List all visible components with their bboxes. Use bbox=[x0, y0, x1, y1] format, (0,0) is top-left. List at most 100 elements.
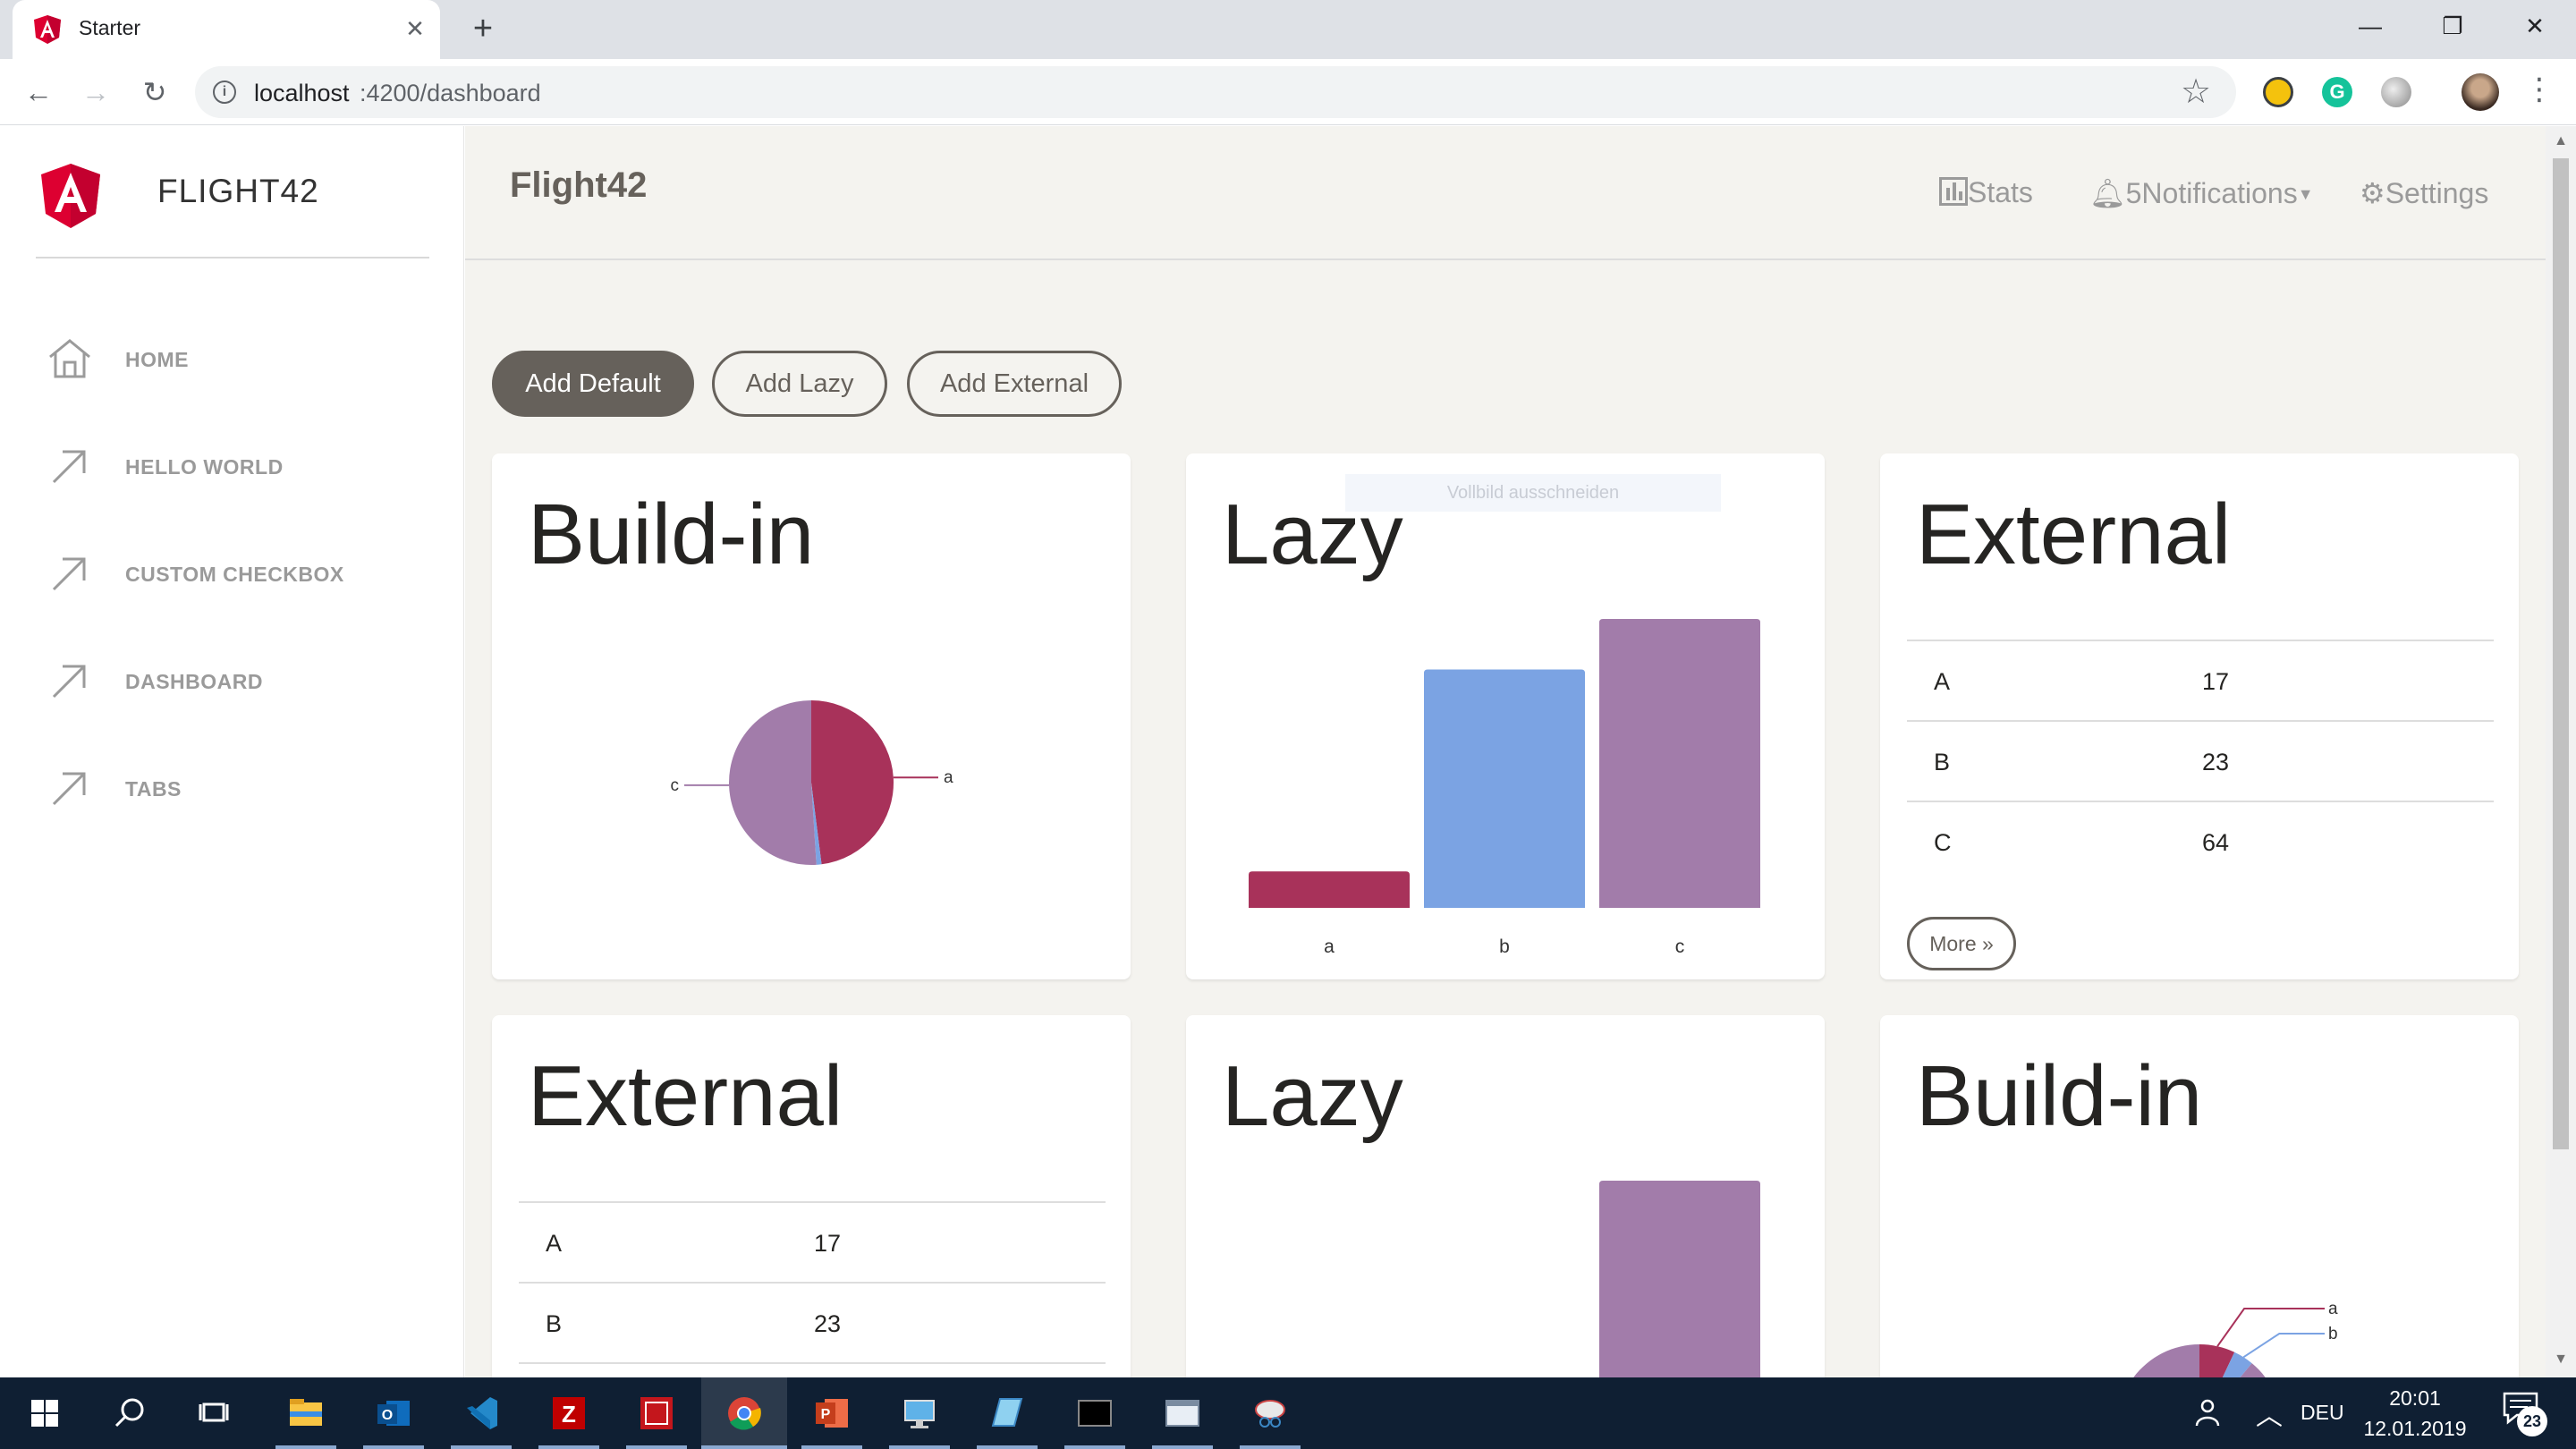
people-icon[interactable] bbox=[2188, 1395, 2224, 1431]
bar-b bbox=[1424, 669, 1585, 908]
more-button[interactable]: More » bbox=[1907, 917, 2016, 970]
bookmark-star-icon[interactable]: ☆ bbox=[2181, 72, 2211, 112]
notification-count-badge: 23 bbox=[2517, 1406, 2547, 1436]
taskbar-running-indicator bbox=[275, 1445, 336, 1449]
powerpoint-icon[interactable]: P bbox=[805, 1386, 859, 1440]
settings-label: Settings bbox=[2385, 177, 2489, 209]
angular-favicon-icon bbox=[34, 15, 61, 44]
snipping-tool-icon[interactable] bbox=[1243, 1386, 1297, 1440]
chrome-icon[interactable] bbox=[717, 1386, 771, 1440]
table-cell-key: A bbox=[1934, 668, 1951, 695]
sidebar-item-tabs[interactable]: TABS bbox=[47, 758, 440, 820]
dashboard-card-external: External A 17 B 23 bbox=[492, 1015, 1131, 1377]
table-cell-value: 17 bbox=[814, 1230, 842, 1257]
clock-date[interactable]: 12.01.2019 bbox=[2352, 1417, 2478, 1441]
clock-time[interactable]: 20:01 bbox=[2352, 1386, 2478, 1411]
sidebar-item-label: HELLO WORLD bbox=[125, 455, 284, 479]
gear-icon: ⚙ bbox=[2360, 177, 2385, 209]
url-host: localhost bbox=[254, 80, 350, 106]
window-minimize-button[interactable]: — bbox=[2327, 0, 2413, 54]
table-row: B 23 bbox=[1907, 720, 2494, 801]
taskbar-running-indicator bbox=[889, 1445, 950, 1449]
table-cell-value: 23 bbox=[814, 1310, 842, 1337]
sidebar-item-dashboard[interactable]: DASHBOARD bbox=[47, 650, 440, 713]
filezilla-icon[interactable]: Z bbox=[542, 1386, 596, 1440]
table-cell-value: 64 bbox=[2202, 829, 2230, 856]
table-row bbox=[519, 1362, 1106, 1377]
table-cell-key: A bbox=[546, 1230, 563, 1257]
app-red-icon[interactable] bbox=[630, 1386, 683, 1440]
data-table: A 17 B 23 bbox=[519, 1201, 1106, 1377]
scroll-up-arrow-icon[interactable]: ▲ bbox=[2546, 133, 2576, 149]
table-row: A 17 bbox=[519, 1201, 1106, 1282]
bar-chart: abc bbox=[1249, 619, 1760, 957]
bar-chart: abc bbox=[1599, 1181, 1760, 1377]
site-info-icon[interactable]: i bbox=[213, 80, 236, 104]
bell-icon: 🔔︎ bbox=[2089, 177, 2126, 209]
nav-settings-link[interactable]: ⚙Settings bbox=[2360, 176, 2488, 210]
brand-name[interactable]: FLIGHT42 bbox=[157, 173, 319, 210]
tray-chevron-up-icon[interactable]: ︿ bbox=[2256, 1394, 2283, 1433]
sidebar-item-hello-world[interactable]: HELLO WORLD bbox=[47, 436, 440, 498]
bar-label: a bbox=[1324, 936, 1335, 957]
input-language[interactable]: DEU bbox=[2301, 1401, 2344, 1425]
address-bar[interactable]: i localhost :4200/dashboard ☆ bbox=[195, 66, 2236, 118]
sidebar-item-custom-checkbox[interactable]: CUSTOM CHECKBOX bbox=[47, 543, 440, 606]
taskbar-running-indicator bbox=[977, 1445, 1038, 1449]
angular-logo-icon[interactable] bbox=[39, 162, 102, 230]
scroll-down-arrow-icon[interactable]: ▼ bbox=[2546, 1352, 2576, 1368]
file-explorer-icon[interactable] bbox=[279, 1386, 333, 1440]
remote-desktop-icon[interactable] bbox=[893, 1386, 946, 1440]
app-window-icon[interactable] bbox=[1156, 1386, 1209, 1440]
search-icon[interactable] bbox=[102, 1386, 156, 1440]
outlook-icon[interactable]: O bbox=[367, 1386, 420, 1440]
home-icon bbox=[49, 339, 90, 378]
action-center-button[interactable]: 23 bbox=[2501, 1390, 2551, 1436]
taskbar-running-indicator bbox=[701, 1445, 787, 1449]
browser-menu-icon[interactable]: ⋮ bbox=[2524, 72, 2555, 107]
arrow-up-right-icon bbox=[52, 665, 86, 699]
terminal-icon[interactable] bbox=[1068, 1386, 1122, 1440]
profile-avatar[interactable] bbox=[2462, 73, 2499, 111]
page-title[interactable]: Flight42 bbox=[510, 165, 647, 206]
vscode-icon[interactable] bbox=[454, 1386, 508, 1440]
dashboard-card-lazy: Lazy abc bbox=[1186, 1015, 1825, 1377]
dashboard-card-build-in: Build-in ab bbox=[1880, 1015, 2519, 1377]
task-view-icon[interactable] bbox=[188, 1386, 242, 1440]
add-external-button[interactable]: Add External bbox=[907, 351, 1122, 417]
card-title: External bbox=[1916, 487, 2232, 582]
app-blue-icon[interactable] bbox=[980, 1386, 1034, 1440]
taskbar-running-indicator bbox=[1240, 1445, 1301, 1449]
page-scrollbar[interactable]: ▲ ▼ bbox=[2546, 126, 2576, 1377]
nav-notifications-dropdown[interactable]: 🔔︎5Notifications▼ bbox=[2089, 176, 2314, 210]
back-button[interactable]: ← bbox=[18, 72, 59, 113]
extension-circle-icon[interactable] bbox=[2381, 77, 2411, 107]
main-content: Flight42 Stats 🔔︎5Notifications▼ ⚙Settin… bbox=[465, 126, 2546, 1377]
scrollbar-thumb[interactable] bbox=[2553, 158, 2569, 1149]
new-tab-button[interactable]: + bbox=[463, 9, 503, 48]
table-cell-key: B bbox=[546, 1310, 563, 1337]
table-row: B 23 bbox=[519, 1282, 1106, 1362]
arrow-up-right-icon bbox=[52, 557, 86, 591]
pie-label: a bbox=[944, 768, 953, 787]
extension-moon-icon[interactable] bbox=[2263, 77, 2293, 107]
windows-start-icon[interactable] bbox=[18, 1386, 72, 1440]
window-restore-button[interactable]: ❐ bbox=[2410, 0, 2496, 54]
add-default-button[interactable]: Add Default bbox=[492, 351, 694, 417]
pie-chart: ac bbox=[671, 700, 953, 865]
bar-label: c bbox=[1675, 936, 1685, 957]
browser-tab[interactable]: Starter ✕ bbox=[13, 0, 440, 59]
add-lazy-button[interactable]: Add Lazy bbox=[712, 351, 887, 417]
stats-label: Stats bbox=[1968, 176, 2033, 208]
grammarly-extension-icon[interactable]: G bbox=[2322, 77, 2352, 107]
reload-button[interactable]: ↻ bbox=[134, 72, 175, 113]
nav-stats-link[interactable]: Stats bbox=[1939, 176, 2033, 209]
tab-close-icon[interactable]: ✕ bbox=[399, 11, 431, 47]
sidebar-item-label: TABS bbox=[125, 777, 182, 801]
pie-leader-line bbox=[2216, 1308, 2325, 1347]
window-close-button[interactable]: ✕ bbox=[2492, 0, 2576, 54]
sidebar-item-home[interactable]: HOME bbox=[47, 328, 440, 391]
taskbar-running-indicator bbox=[451, 1445, 512, 1449]
forward-button[interactable]: → bbox=[75, 72, 116, 113]
svg-text:Z: Z bbox=[562, 1401, 576, 1428]
